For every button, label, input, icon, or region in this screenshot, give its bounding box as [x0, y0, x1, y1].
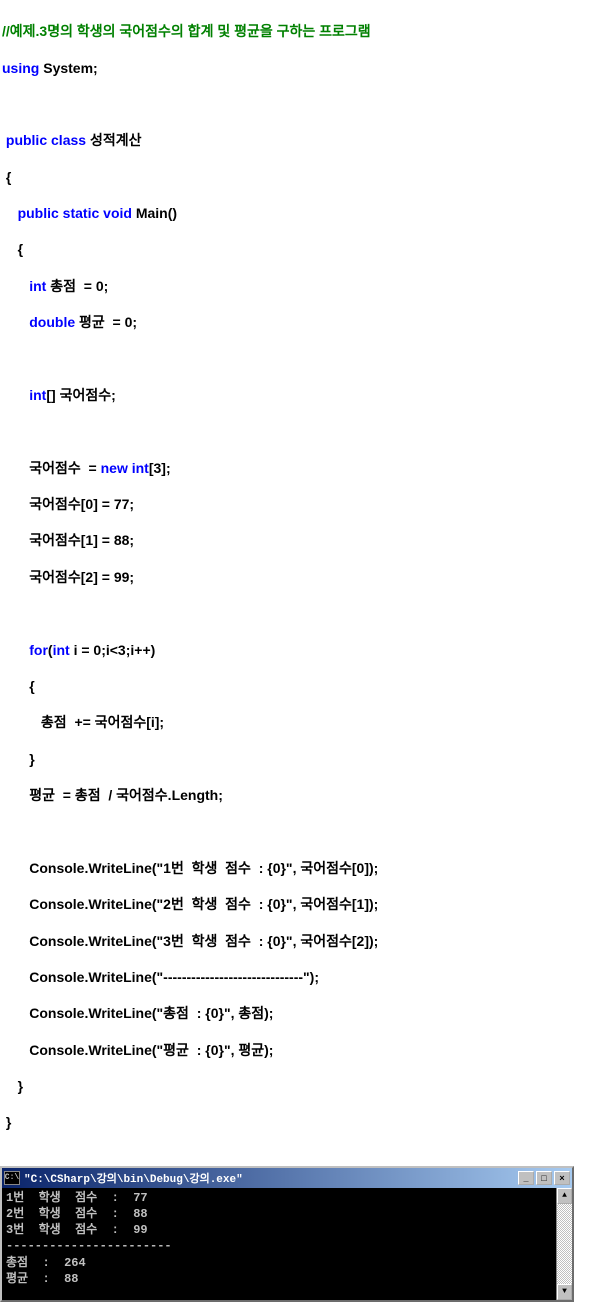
window-title: "C:\CSharp\강의\bin\Debug\강의.exe"	[24, 1170, 518, 1186]
vertical-scrollbar[interactable]: ▲ ▼	[556, 1188, 572, 1300]
array-brackets: []	[46, 387, 59, 403]
var-decl: 평균 = 0;	[75, 314, 137, 330]
keyword-static: static	[59, 205, 103, 221]
avg-calc: 평균 = 총점 / 국어점수.Length;	[29, 787, 223, 803]
scroll-down-button[interactable]: ▼	[557, 1284, 572, 1300]
output-line: 3번 학생 점수 : 99	[6, 1223, 148, 1237]
keyword-int: int	[53, 642, 70, 658]
namespace: System;	[39, 60, 97, 76]
brace: {	[29, 678, 34, 694]
output-line: 평균 : 88	[6, 1272, 79, 1286]
window-buttons: _ □ ×	[518, 1171, 570, 1185]
brace: }	[6, 1114, 11, 1130]
console-window: C:\ "C:\CSharp\강의\bin\Debug\강의.exe" _ □ …	[0, 1166, 574, 1302]
keyword-int: int	[29, 387, 46, 403]
keyword-for: for	[29, 642, 48, 658]
keyword-void: void	[103, 205, 136, 221]
class-name: 성적계산	[90, 132, 142, 148]
titlebar[interactable]: C:\ "C:\CSharp\강의\bin\Debug\강의.exe" _ □ …	[2, 1168, 572, 1188]
array-init: 국어점수[0] = 77;	[29, 496, 134, 512]
console-writeline: Console.WriteLine("평균 : {0}", 평균);	[29, 1042, 273, 1058]
keyword-public: public	[18, 205, 59, 221]
console-writeline: Console.WriteLine("3번 학생 점수 : {0}", 국어점수…	[29, 933, 378, 949]
array-assign: 국어점수 =	[29, 460, 100, 476]
scroll-up-button[interactable]: ▲	[557, 1188, 572, 1204]
code-comment: //예제.3명의 학생의 국어점수의 합계 및 평균을 구하는 프로그램	[2, 22, 598, 40]
code-editor[interactable]: //예제.3명의 학생의 국어점수의 합계 및 평균을 구하는 프로그램 usi…	[0, 0, 600, 1154]
for-body: 총점 += 국어점수[i];	[29, 714, 164, 730]
output-line: 총점 : 264	[6, 1256, 86, 1270]
console-body: 1번 학생 점수 : 77 2번 학생 점수 : 88 3번 학생 점수 : 9…	[2, 1188, 572, 1300]
for-cond: i = 0;i<3;i++)	[70, 642, 156, 658]
console-output[interactable]: 1번 학생 점수 : 77 2번 학생 점수 : 88 3번 학생 점수 : 9…	[2, 1188, 556, 1300]
scroll-track[interactable]	[557, 1204, 572, 1284]
keyword-new: new	[101, 460, 128, 476]
keyword-public: public	[6, 132, 47, 148]
console-writeline: Console.WriteLine("총점 : {0}", 총점);	[29, 1005, 273, 1021]
array-size: [3];	[149, 460, 171, 476]
console-writeline: Console.WriteLine("2번 학생 점수 : {0}", 국어점수…	[29, 896, 378, 912]
method-name: Main()	[136, 205, 177, 221]
maximize-button[interactable]: □	[536, 1171, 552, 1185]
var-decl: 총점 = 0;	[46, 278, 108, 294]
keyword-class: class	[47, 132, 90, 148]
keyword-int: int	[29, 278, 46, 294]
array-init: 국어점수[2] = 99;	[29, 569, 134, 585]
keyword-using: using	[2, 60, 39, 76]
output-line: 1번 학생 점수 : 77	[6, 1191, 148, 1205]
keyword-int: int	[128, 460, 149, 476]
brace: {	[18, 241, 23, 257]
minimize-button[interactable]: _	[518, 1171, 534, 1185]
console-icon: C:\	[4, 1171, 20, 1185]
output-line: -----------------------	[6, 1239, 172, 1253]
brace: }	[18, 1078, 23, 1094]
var-decl: 국어점수;	[60, 387, 116, 403]
brace: {	[6, 169, 11, 185]
console-writeline: Console.WriteLine("1번 학생 점수 : {0}", 국어점수…	[29, 860, 378, 876]
array-init: 국어점수[1] = 88;	[29, 532, 134, 548]
close-button[interactable]: ×	[554, 1171, 570, 1185]
brace: }	[29, 751, 34, 767]
keyword-double: double	[29, 314, 75, 330]
output-line: 2번 학생 점수 : 88	[6, 1207, 148, 1221]
console-writeline: Console.WriteLine("---------------------…	[29, 969, 319, 985]
